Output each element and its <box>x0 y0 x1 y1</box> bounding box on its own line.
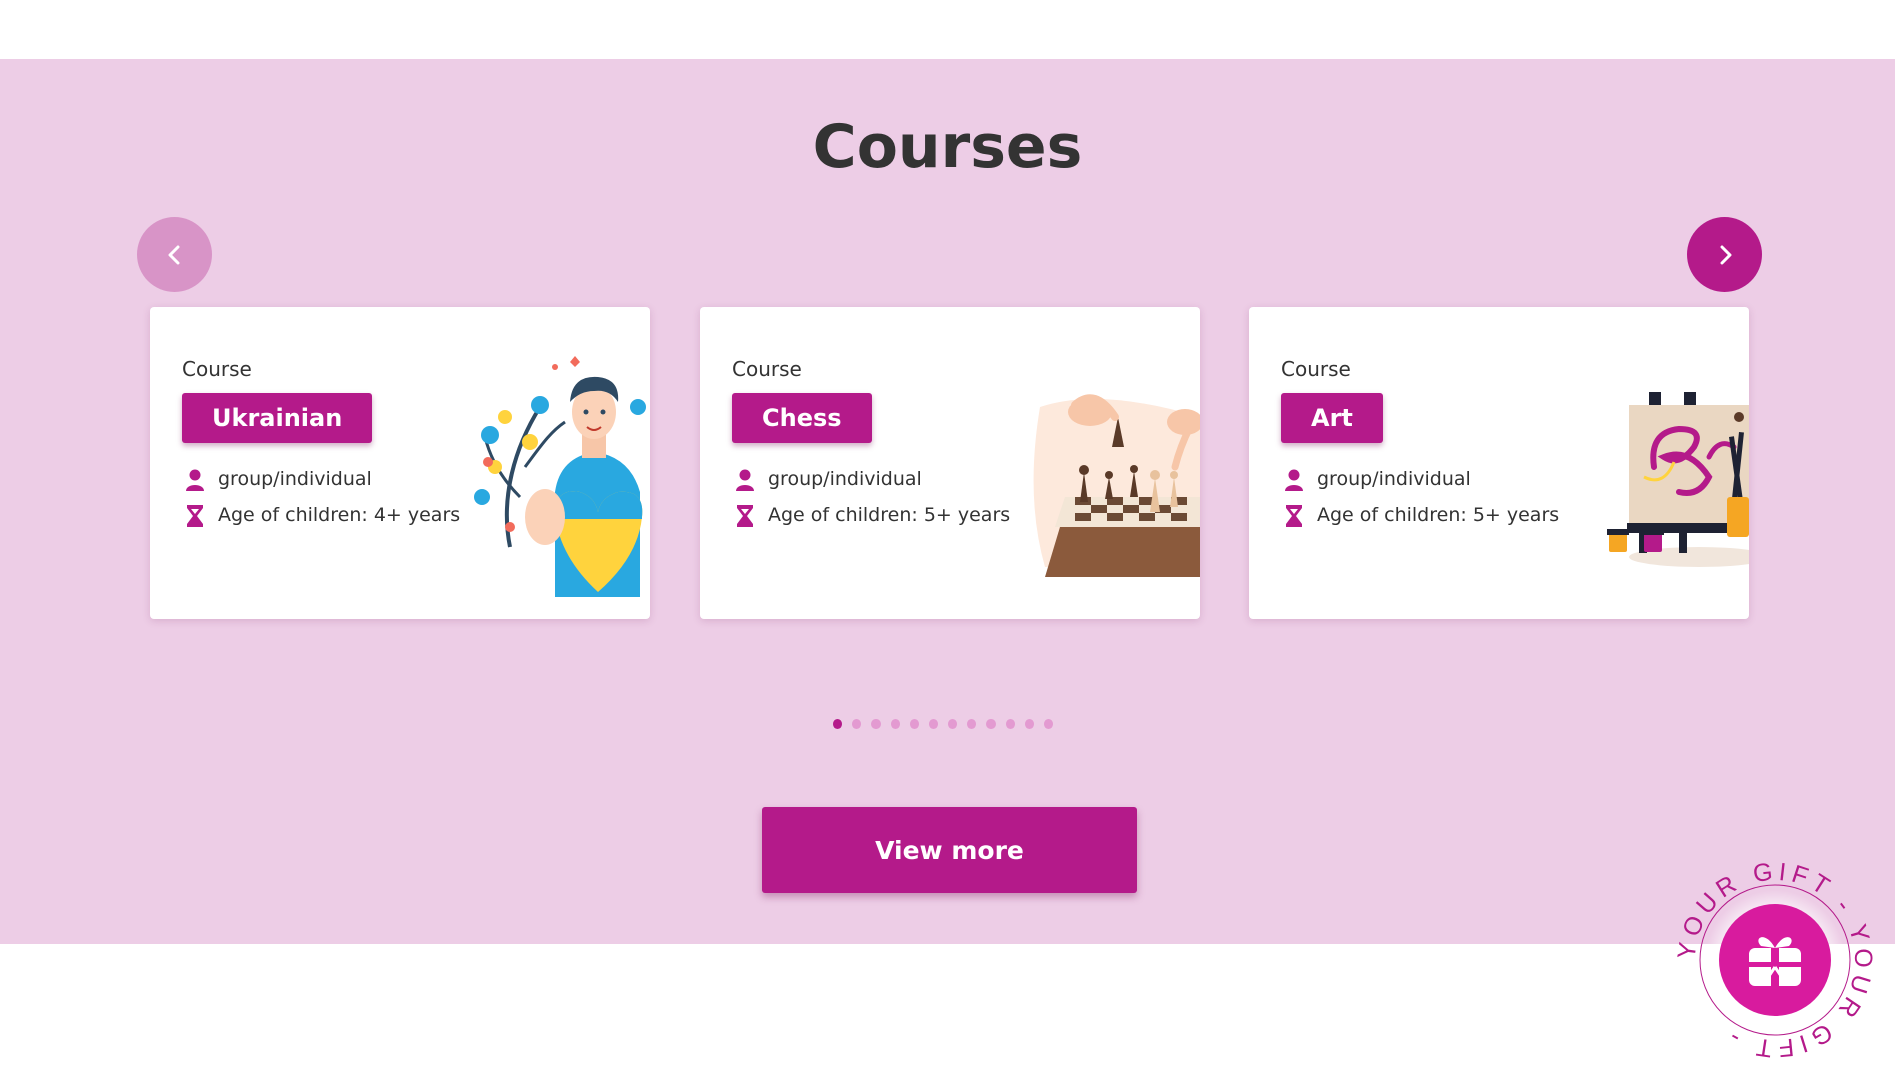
format-text: group/individual <box>768 468 922 490</box>
age-text: Age of children: 5+ years <box>1317 504 1560 526</box>
art-illustration <box>1607 392 1749 567</box>
course-card-ukrainian[interactable]: Course Ukrainian group/individual Age of… <box>150 307 650 619</box>
carousel-dot[interactable] <box>909 719 919 729</box>
course-name-button[interactable]: Ukrainian <box>182 393 373 443</box>
carousel-dot[interactable] <box>833 719 843 729</box>
ukrainian-illustration <box>474 356 646 597</box>
course-card-chess[interactable]: Course Chess group/individual Age of chi… <box>700 307 1200 619</box>
course-meta: group/individual Age of children: 4+ yea… <box>182 467 472 539</box>
chevron-left-icon <box>168 245 179 264</box>
person-icon <box>186 469 204 491</box>
view-more-button[interactable]: View more <box>762 807 1137 893</box>
course-kind-label: Course <box>182 357 252 381</box>
format-row: group/individual <box>732 467 1022 493</box>
carousel-dot[interactable] <box>852 719 862 729</box>
format-text: group/individual <box>218 468 372 490</box>
carousel-dot[interactable] <box>986 719 996 729</box>
format-row: group/individual <box>182 467 472 493</box>
course-kind-label: Course <box>1281 357 1351 381</box>
page-title: Courses <box>812 112 1083 182</box>
format-row: group/individual <box>1281 467 1571 493</box>
course-meta: group/individual Age of children: 5+ yea… <box>1281 467 1571 539</box>
course-name-button[interactable]: Chess <box>732 393 872 443</box>
carousel-next-button[interactable] <box>1687 217 1762 292</box>
carousel-prev-button[interactable] <box>137 217 212 292</box>
carousel-dot[interactable] <box>967 719 977 729</box>
course-name-button[interactable]: Art <box>1281 393 1383 443</box>
person-icon <box>736 469 754 491</box>
carousel-dot[interactable] <box>1005 719 1015 729</box>
carousel-dot[interactable] <box>928 719 939 729</box>
gift-badge-graphic: YOUR GIFT - YOUR GIFT - <box>1672 857 1872 1062</box>
carousel-pagination <box>833 719 1063 729</box>
carousel-dot[interactable] <box>871 719 881 729</box>
hourglass-icon <box>1286 505 1302 527</box>
chess-illustration <box>1033 394 1200 577</box>
age-row: Age of children: 4+ years <box>182 503 472 529</box>
hourglass-icon <box>737 505 753 527</box>
age-row: Age of children: 5+ years <box>732 503 1022 529</box>
gift-badge[interactable]: YOUR GIFT - YOUR GIFT - <box>1665 850 1885 1070</box>
age-text: Age of children: 4+ years <box>218 504 461 526</box>
hourglass-icon <box>187 505 203 527</box>
carousel-dot[interactable] <box>1024 719 1034 729</box>
person-icon <box>1285 469 1303 491</box>
carousel-dot[interactable] <box>890 719 900 729</box>
format-text: group/individual <box>1317 468 1471 490</box>
chevron-right-icon <box>1720 245 1731 264</box>
age-row: Age of children: 5+ years <box>1281 503 1571 529</box>
course-kind-label: Course <box>732 357 802 381</box>
carousel-dot[interactable] <box>948 719 958 729</box>
course-meta: group/individual Age of children: 5+ yea… <box>732 467 1022 539</box>
course-card-art[interactable]: Course Art group/individual Age of child… <box>1249 307 1749 619</box>
carousel-dot[interactable] <box>1043 719 1054 729</box>
age-text: Age of children: 5+ years <box>768 504 1011 526</box>
